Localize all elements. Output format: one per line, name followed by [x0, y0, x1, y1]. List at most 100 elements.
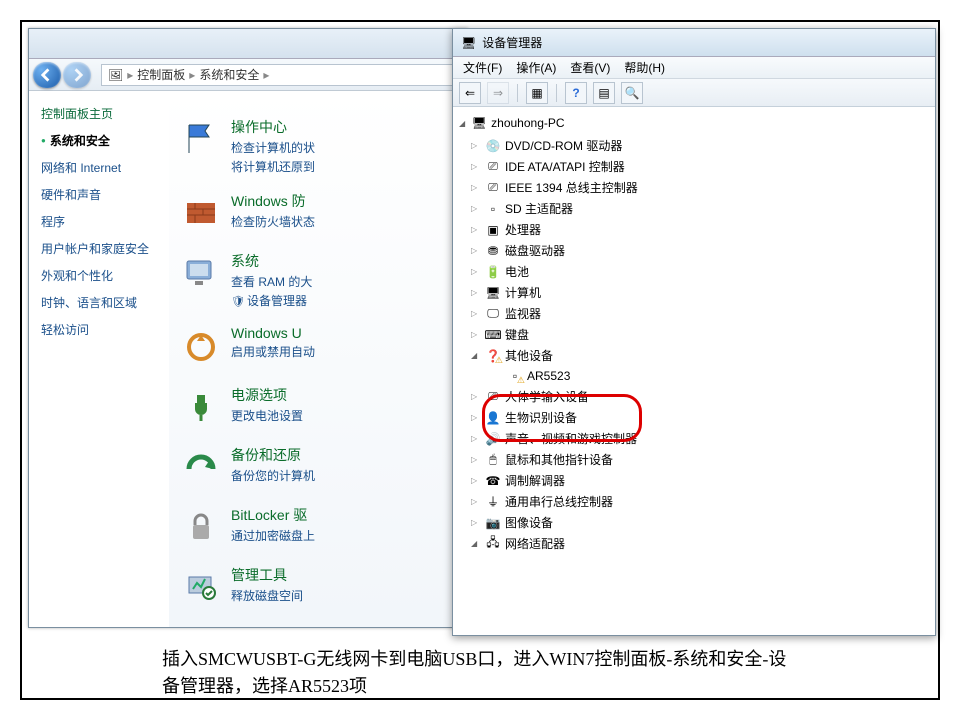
breadcrumb-p1[interactable]: 控制面板 — [137, 66, 185, 83]
power-icon — [179, 385, 223, 429]
cat-admin-tools[interactable]: 管理工具 — [231, 565, 303, 585]
tree-monitor[interactable]: 🖵监视器 — [459, 303, 929, 324]
network-icon: 🖧 — [485, 536, 501, 552]
tree-sd[interactable]: ▫SD 主适配器 — [459, 198, 929, 219]
menu-view[interactable]: 查看(V) — [570, 59, 610, 76]
cat-backup[interactable]: 备份和还原 — [231, 445, 315, 465]
tb-scan[interactable]: 🔍 — [621, 82, 643, 104]
breadcrumb[interactable]: 🖼 ▸ 控制面板 ▸ 系统和安全 ▸ — [101, 64, 463, 86]
cp-main: 操作中心检查计算机的状将计算机还原到 Windows 防检查防火墙状态 系统查看… — [169, 91, 467, 627]
sidebar-item-network[interactable]: 网络和 Internet — [41, 159, 157, 176]
tree-ide[interactable]: ⎚IDE ATA/ATAPI 控制器 — [459, 156, 929, 177]
forward-button[interactable] — [63, 62, 91, 88]
tree-computer[interactable]: 🖥计算机 — [459, 282, 929, 303]
update-icon — [179, 325, 223, 369]
tree-other-devices[interactable]: ❓其他设备 — [459, 345, 929, 366]
tb-properties[interactable]: ▤ — [593, 82, 615, 104]
tree-cpu[interactable]: ▣处理器 — [459, 219, 929, 240]
link-check-status[interactable]: 检查计算机的状 — [231, 139, 315, 156]
disk-icon: ⛃ — [485, 243, 501, 259]
tree-root[interactable]: 🖥zhouhong-PC — [459, 115, 929, 131]
tree-biometric[interactable]: 👤生物识别设备 — [459, 407, 929, 428]
breadcrumb-p2[interactable]: 系统和安全 — [199, 66, 259, 83]
link-auto[interactable]: 启用或禁用自动 — [231, 343, 315, 360]
tools-icon — [179, 565, 223, 609]
tree-dvd[interactable]: 💿DVD/CD-ROM 驱动器 — [459, 135, 929, 156]
dm-titlebar[interactable]: 🖥 设备管理器 — [453, 29, 935, 57]
tb-forward[interactable]: ⇒ — [487, 82, 509, 104]
modem-icon: ☎ — [485, 473, 501, 489]
usb-icon: ⏚ — [485, 494, 501, 510]
keyboard-icon: ⌨ — [485, 327, 501, 343]
menu-file[interactable]: 文件(F) — [463, 59, 502, 76]
cp-sidebar: 控制面板主页 系统和安全 网络和 Internet 硬件和声音 程序 用户帐户和… — [29, 91, 169, 627]
cat-action-center[interactable]: 操作中心 — [231, 117, 315, 137]
cat-power[interactable]: 电源选项 — [231, 385, 303, 405]
tree-battery[interactable]: 🔋电池 — [459, 261, 929, 282]
menu-action[interactable]: 操作(A) — [516, 59, 556, 76]
tree-keyboard[interactable]: ⌨键盘 — [459, 324, 929, 345]
link-encrypt[interactable]: 通过加密磁盘上 — [231, 527, 315, 544]
control-panel-window: 🖼 ▸ 控制面板 ▸ 系统和安全 ▸ 控制面板主页 系统和安全 网络和 Inte… — [28, 28, 468, 628]
tree-sound[interactable]: 🔊声音、视频和游戏控制器 — [459, 428, 929, 449]
tree-imaging[interactable]: 📷图像设备 — [459, 512, 929, 533]
cat-update[interactable]: Windows U — [231, 325, 315, 341]
dm-menubar: 文件(F) 操作(A) 查看(V) 帮助(H) — [453, 57, 935, 79]
bio-icon: 👤 — [485, 410, 501, 426]
link-disk[interactable]: 释放磁盘空间 — [231, 587, 303, 604]
sidebar-item-programs[interactable]: 程序 — [41, 213, 157, 230]
tb-help[interactable]: ? — [565, 82, 587, 104]
cat-firewall[interactable]: Windows 防 — [231, 191, 315, 211]
tb-show-hidden[interactable]: ▦ — [526, 82, 548, 104]
sidebar-item-ease[interactable]: 轻松访问 — [41, 321, 157, 338]
sidebar-item-appearance[interactable]: 外观和个性化 — [41, 267, 157, 284]
sidebar-item-clock[interactable]: 时钟、语言和区域 — [41, 294, 157, 311]
cat-system[interactable]: 系统 — [231, 251, 312, 271]
sidebar-item-system-security[interactable]: 系统和安全 — [41, 132, 157, 149]
link-battery[interactable]: 更改电池设置 — [231, 407, 303, 424]
dm-title: 设备管理器 — [482, 34, 542, 51]
tree-disk[interactable]: ⛃磁盘驱动器 — [459, 240, 929, 261]
cp-nav: 🖼 ▸ 控制面板 ▸ 系统和安全 ▸ — [29, 59, 467, 91]
breadcrumb-icon: 🖼 — [108, 68, 123, 82]
tree-modem[interactable]: ☎调制解调器 — [459, 470, 929, 491]
cp-home-link[interactable]: 控制面板主页 — [41, 105, 157, 122]
link-device-manager[interactable]: 设备管理器 — [231, 292, 312, 309]
cat-bitlocker[interactable]: BitLocker 驱 — [231, 505, 315, 525]
firewire-icon: ⎚ — [485, 180, 501, 196]
link-ram[interactable]: 查看 RAM 的大 — [231, 273, 312, 290]
sidebar-item-hardware[interactable]: 硬件和声音 — [41, 186, 157, 203]
sd-icon: ▫ — [485, 201, 501, 217]
tree-hid[interactable]: ⎚人体学输入设备 — [459, 386, 929, 407]
mouse-icon: 🖱 — [485, 452, 501, 468]
link-backup[interactable]: 备份您的计算机 — [231, 467, 315, 484]
dm-toolbar: ⇐ ⇒ ▦ ? ▤ 🔍 — [453, 79, 935, 107]
menu-help[interactable]: 帮助(H) — [624, 59, 665, 76]
link-fw-status[interactable]: 检查防火墙状态 — [231, 213, 315, 230]
lock-icon — [179, 505, 223, 549]
battery-icon: 🔋 — [485, 264, 501, 280]
tree-usb[interactable]: ⏚通用串行总线控制器 — [459, 491, 929, 512]
backup-icon — [179, 445, 223, 489]
device-manager-window: 🖥 设备管理器 文件(F) 操作(A) 查看(V) 帮助(H) ⇐ ⇒ ▦ ? ▤… — [452, 28, 936, 636]
back-button[interactable] — [33, 62, 61, 88]
root-label: zhouhong-PC — [491, 116, 564, 130]
computer-icon — [179, 251, 223, 295]
caption-text: 插入SMCWUSBT-G无线网卡到电脑USB口，进入WIN7控制面板-系统和安全… — [162, 646, 802, 700]
disc-icon: 💿 — [485, 138, 501, 154]
sidebar-item-accounts[interactable]: 用户帐户和家庭安全 — [41, 240, 157, 257]
dm-tree: 🖥zhouhong-PC 💿DVD/CD-ROM 驱动器 ⎚IDE ATA/AT… — [453, 107, 935, 635]
tree-mouse[interactable]: 🖱鼠标和其他指针设备 — [459, 449, 929, 470]
tb-back[interactable]: ⇐ — [459, 82, 481, 104]
link-restore[interactable]: 将计算机还原到 — [231, 158, 315, 175]
tree-ar5523[interactable]: ▫AR5523 — [459, 366, 929, 386]
cp-titlebar[interactable] — [29, 29, 467, 59]
monitor-icon: 🖵 — [485, 306, 501, 322]
tree-network[interactable]: 🖧网络适配器 — [459, 533, 929, 554]
device-warn-icon: ▫ — [507, 368, 523, 384]
wall-icon — [179, 191, 223, 235]
computer-icon: 🖥 — [485, 285, 501, 301]
tree-1394[interactable]: ⎚IEEE 1394 总线主控制器 — [459, 177, 929, 198]
dm-icon: 🖥 — [461, 36, 476, 50]
camera-icon: 📷 — [485, 515, 501, 531]
